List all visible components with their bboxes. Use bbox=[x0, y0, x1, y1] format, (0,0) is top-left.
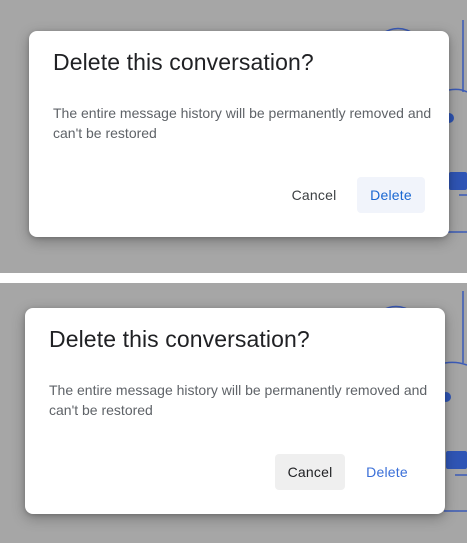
delete-conversation-dialog: Delete this conversation? The entire mes… bbox=[29, 31, 449, 237]
dialog-message: The entire message history will be perma… bbox=[53, 105, 432, 141]
cancel-button[interactable]: Cancel bbox=[279, 177, 349, 213]
delete-button[interactable]: Delete bbox=[357, 177, 425, 213]
cancel-button[interactable]: Cancel bbox=[275, 454, 345, 490]
dialog-title: Delete this conversation? bbox=[49, 326, 310, 352]
dialog-title: Delete this conversation? bbox=[53, 49, 314, 75]
dialog-message: The entire message history will be perma… bbox=[49, 382, 428, 418]
delete-conversation-dialog: Delete this conversation? The entire mes… bbox=[25, 308, 445, 514]
dialog-scrim-top: Delete this conversation? The entire mes… bbox=[0, 0, 467, 273]
delete-button[interactable]: Delete bbox=[353, 454, 421, 490]
dialog-scrim-bottom: Delete this conversation? The entire mes… bbox=[0, 283, 467, 543]
